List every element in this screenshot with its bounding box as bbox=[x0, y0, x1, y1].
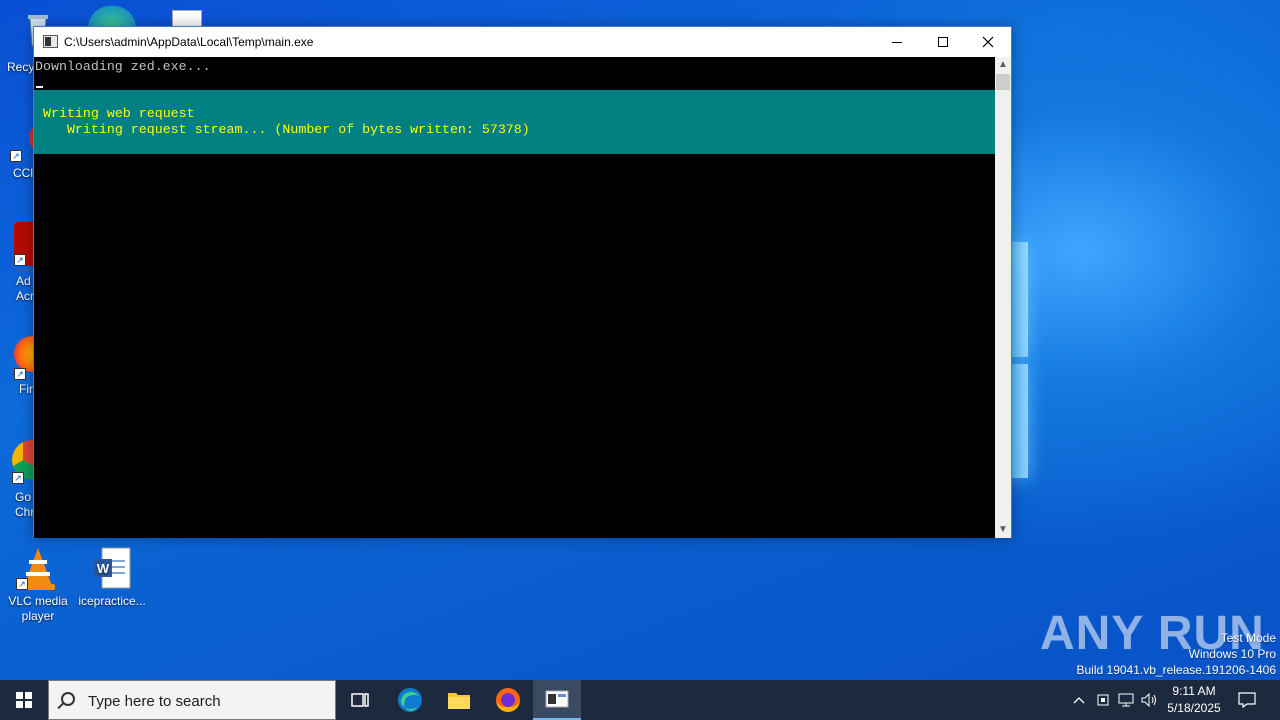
volume-icon bbox=[1141, 693, 1156, 707]
taskbar: Type here to search 9:11 AM 5/18/2025 bbox=[0, 680, 1280, 720]
windows-start-icon bbox=[16, 692, 32, 708]
scrollbar-thumb[interactable] bbox=[996, 74, 1010, 90]
os-edition-label: Windows 10 Pro bbox=[1188, 647, 1276, 661]
windows-logo-wallpaper bbox=[1010, 240, 1030, 480]
taskbar-search-box[interactable]: Type here to search bbox=[48, 680, 336, 720]
desktop-icon-label: icepractice... bbox=[78, 594, 146, 608]
chrome-icon: ↗ bbox=[12, 440, 34, 484]
test-mode-label: Test Mode bbox=[1220, 631, 1276, 645]
network-button[interactable] bbox=[1115, 680, 1137, 720]
task-view-icon bbox=[351, 693, 369, 707]
taskbar-console[interactable] bbox=[533, 680, 581, 720]
desktop-icon-label: Go Chr bbox=[15, 490, 35, 519]
vertical-scrollbar[interactable]: ▲ ▼ bbox=[995, 57, 1011, 538]
test-mode-notice: Test Mode Windows 10 Pro Build 19041.vb_… bbox=[1077, 630, 1277, 678]
console-window[interactable]: C:\Users\admin\AppData\Local\Temp\main.e… bbox=[33, 26, 1012, 538]
taskbar-firefox[interactable] bbox=[484, 680, 532, 720]
search-icon bbox=[61, 692, 75, 706]
taskbar-clock[interactable]: 9:11 AM 5/18/2025 bbox=[1160, 683, 1228, 717]
notification-icon bbox=[1238, 692, 1256, 708]
firefox-icon bbox=[496, 688, 520, 712]
volume-button[interactable] bbox=[1139, 680, 1161, 720]
edge-icon bbox=[398, 688, 422, 712]
desktop-icon-vlc[interactable]: ↗ VLC media player bbox=[0, 546, 76, 624]
scroll-down-arrow-icon[interactable]: ▼ bbox=[995, 522, 1011, 538]
svg-text:W: W bbox=[97, 561, 110, 576]
clock-date: 5/18/2025 bbox=[1167, 701, 1221, 715]
clock-time: 9:11 AM bbox=[1172, 684, 1216, 698]
desktop-icon-label: Ad Acr bbox=[16, 274, 34, 303]
word-document-icon: W bbox=[90, 546, 134, 590]
firefox-icon: ↗ bbox=[14, 336, 36, 380]
search-placeholder: Type here to search bbox=[88, 693, 221, 710]
console-output[interactable]: Downloading zed.exe... Writing web reque… bbox=[34, 57, 995, 538]
edge-desktop-icon[interactable] bbox=[88, 6, 136, 28]
vlc-cone-icon: ↗ bbox=[16, 546, 60, 590]
progress-status: Writing request stream... (Number of byt… bbox=[43, 122, 530, 137]
folder-icon bbox=[448, 693, 470, 709]
minimize-icon bbox=[892, 41, 902, 43]
console-app-icon bbox=[43, 35, 58, 48]
scroll-up-arrow-icon[interactable]: ▲ bbox=[995, 57, 1011, 73]
text-cursor bbox=[36, 86, 43, 88]
chevron-up-icon bbox=[1073, 697, 1085, 704]
desktop-icon-label: CCl bbox=[13, 166, 33, 180]
desktop-icon-label: Fir bbox=[19, 382, 33, 396]
build-label: Build 19041.vb_release.191206-1406 bbox=[1076, 663, 1277, 677]
start-button[interactable] bbox=[0, 680, 48, 720]
task-view-button[interactable] bbox=[336, 680, 384, 720]
desktop-icon-label: VLC media player bbox=[8, 594, 68, 623]
taskbar-edge[interactable] bbox=[386, 680, 434, 720]
acrobat-icon: ↗ bbox=[14, 222, 34, 266]
console-output-line: Downloading zed.exe... bbox=[35, 59, 211, 74]
action-center-button[interactable] bbox=[1232, 680, 1262, 720]
desktop-icon-label: Recy bbox=[7, 60, 35, 74]
desktop-icon-word-doc[interactable]: W icepractice... bbox=[74, 546, 150, 609]
network-icon bbox=[1118, 693, 1134, 707]
taskbar-file-explorer[interactable] bbox=[435, 680, 483, 720]
window-titlebar[interactable]: C:\Users\admin\AppData\Local\Temp\main.e… bbox=[34, 27, 1011, 57]
progress-banner: Writing web request Writing request stre… bbox=[34, 90, 995, 154]
window-title: C:\Users\admin\AppData\Local\Temp\main.e… bbox=[64, 35, 314, 49]
show-hidden-icons-button[interactable] bbox=[1068, 680, 1090, 720]
close-button[interactable] bbox=[965, 27, 1011, 57]
maximize-icon bbox=[938, 37, 948, 47]
console-icon bbox=[545, 690, 569, 708]
maximize-button[interactable] bbox=[920, 27, 966, 57]
minimize-button[interactable] bbox=[874, 27, 920, 57]
tray-app-icon bbox=[1097, 694, 1109, 706]
progress-activity: Writing web request bbox=[43, 106, 195, 121]
tray-app-button[interactable] bbox=[1092, 680, 1114, 720]
close-icon bbox=[982, 36, 994, 48]
